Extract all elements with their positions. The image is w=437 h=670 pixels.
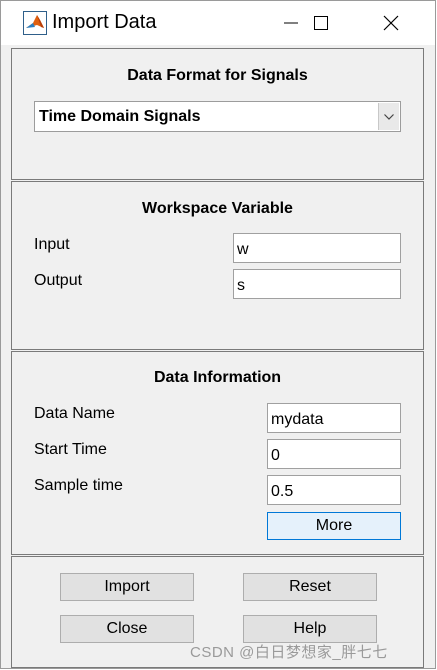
help-button[interactable]: Help — [243, 615, 377, 643]
sample-time-label: Sample time — [34, 477, 123, 494]
data-name-field[interactable] — [267, 403, 401, 433]
maximize-button[interactable] — [293, 1, 349, 45]
close-window-button[interactable] — [363, 1, 419, 45]
close-button[interactable]: Close — [60, 615, 194, 643]
close-icon — [383, 15, 399, 31]
chevron-down-icon — [384, 113, 394, 120]
data-name-label: Data Name — [34, 405, 115, 422]
maximize-icon — [314, 16, 328, 30]
title-bar[interactable]: Import Data — [1, 1, 435, 45]
input-label: Input — [34, 236, 70, 253]
csdn-watermark: CSDN @白日梦想家_胖七七 — [190, 644, 388, 661]
reset-button[interactable]: Reset — [243, 573, 377, 601]
start-time-field[interactable] — [267, 439, 401, 469]
matlab-icon — [23, 11, 47, 35]
output-variable-field[interactable] — [233, 269, 401, 299]
start-time-label: Start Time — [34, 441, 107, 458]
window-title: Import Data — [52, 11, 157, 33]
dropdown-arrow-button[interactable] — [378, 103, 399, 130]
data-information-title: Data Information — [153, 369, 282, 386]
import-data-window: Import Data Data Format for Signals Time… — [0, 0, 436, 669]
data-format-panel: Data Format for Signals Time Domain Sign… — [11, 48, 424, 180]
data-format-title: Data Format for Signals — [127, 67, 308, 84]
data-information-panel: Data Information Data Name Start Time Sa… — [11, 351, 424, 555]
output-label: Output — [34, 272, 83, 289]
data-format-select[interactable]: Time Domain Signals — [34, 101, 401, 132]
import-button[interactable]: Import — [60, 573, 194, 601]
workspace-variable-panel: Workspace Variable Input Output — [11, 181, 424, 350]
workspace-variable-title: Workspace Variable — [142, 200, 293, 217]
input-variable-field[interactable] — [233, 233, 401, 263]
more-button[interactable]: More — [267, 512, 401, 540]
data-format-selected: Time Domain Signals — [39, 108, 201, 125]
sample-time-field[interactable] — [267, 475, 401, 505]
